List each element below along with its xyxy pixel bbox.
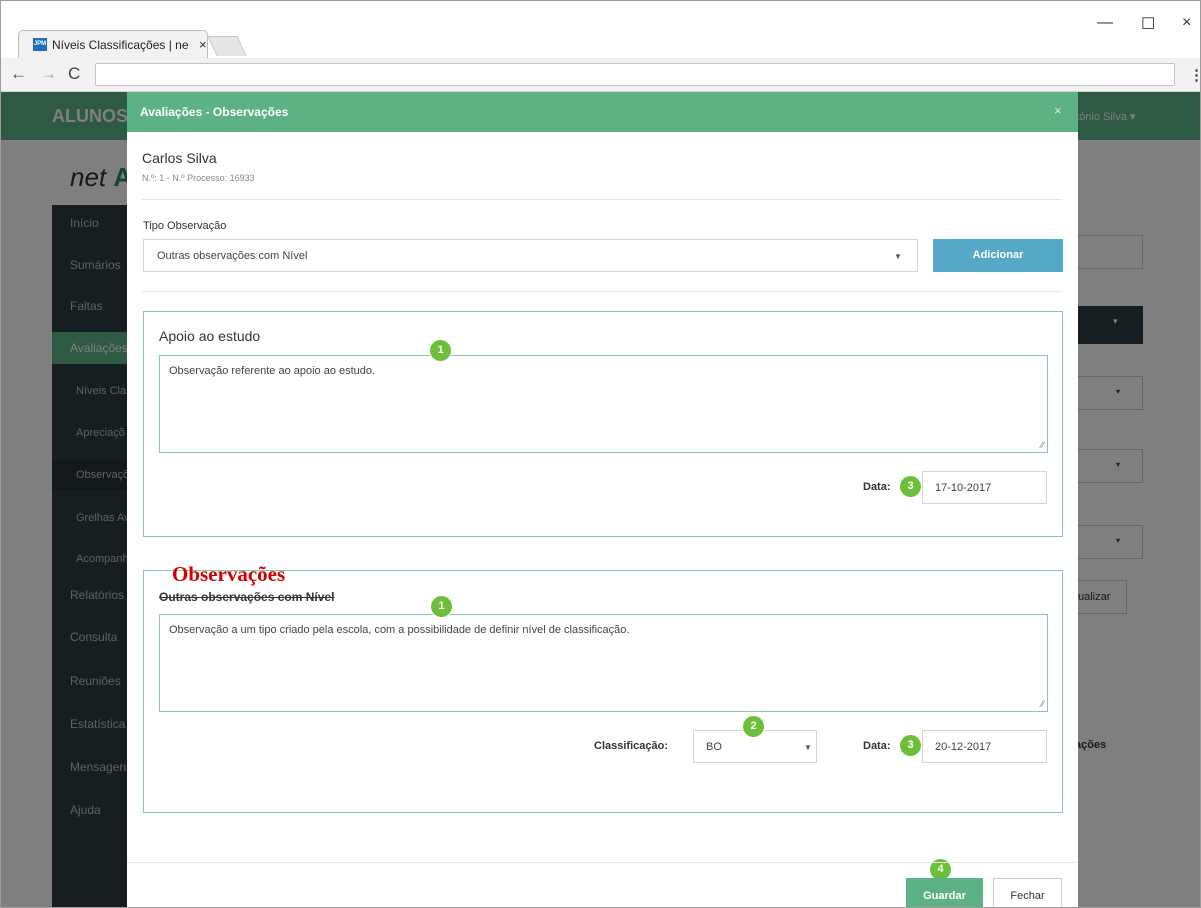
favicon-icon: JPM	[33, 38, 47, 51]
close-button[interactable]: Fechar	[993, 878, 1062, 908]
observation-panel-apoio: Apoio ao estudo Observação referente ao …	[143, 311, 1063, 537]
classificacao-label: Classificação:	[594, 740, 668, 752]
date-input[interactable]: 20-12-2017	[922, 730, 1047, 763]
address-bar[interactable]	[95, 63, 1175, 86]
browser-menu-icon[interactable]: ⋮	[1189, 66, 1201, 84]
window-close-icon[interactable]: ×	[1182, 14, 1191, 32]
modal-title: Avaliações - Observações	[140, 105, 289, 119]
maximize-icon[interactable]: ☐	[1141, 14, 1155, 34]
date-input[interactable]: 17-10-2017	[922, 471, 1047, 504]
modal-footer-divider	[127, 862, 1078, 863]
tab-title: Níveis Classificações | ne	[52, 38, 189, 52]
observation-textarea[interactable]: Observação referente ao apoio ao estudo.…	[159, 355, 1048, 453]
resize-grip-icon[interactable]: ⁄⁄	[1041, 699, 1044, 709]
browser-toolbar: ← → C ⋮	[0, 58, 1201, 92]
divider	[142, 199, 1062, 200]
modal-header: Avaliações - Observações ×	[127, 92, 1078, 132]
annotation-badge: 3	[900, 476, 921, 497]
tipo-observacao-value: Outras observações com Nível	[157, 250, 308, 262]
back-icon[interactable]: ←	[10, 65, 27, 83]
panel-title: Outras observações com Nível	[159, 590, 335, 604]
divider	[142, 291, 1062, 292]
classificacao-value: BO	[706, 741, 722, 753]
annotation-badge: 3	[900, 735, 921, 756]
tipo-observacao-label: Tipo Observação	[143, 220, 227, 232]
minimize-icon[interactable]: —	[1097, 14, 1113, 32]
observation-panel-nivel: Outras observações com Nível Observação …	[143, 570, 1063, 813]
tipo-observacao-select[interactable]: Outras observações com Nível ▼	[143, 239, 918, 272]
annotation-badge: 1	[431, 596, 452, 617]
date-value: 17-10-2017	[935, 482, 992, 494]
reload-icon[interactable]: C	[68, 65, 80, 83]
date-value: 20-12-2017	[935, 741, 992, 753]
browser-titlebar: JPM Níveis Classificações | ne × — ☐ ×	[0, 0, 1201, 58]
chevron-down-icon: ▼	[804, 743, 812, 752]
panel-title: Apoio ao estudo	[159, 328, 261, 344]
annotation-badge: 1	[430, 340, 451, 361]
forward-icon[interactable]: →	[40, 65, 57, 83]
save-button[interactable]: Guardar	[906, 878, 983, 908]
chevron-down-icon: ▼	[894, 252, 902, 261]
browser-tab[interactable]: JPM Níveis Classificações | ne ×	[18, 30, 208, 58]
annotation-heading: Observações	[172, 562, 286, 586]
observation-text: Observação referente ao apoio ao estudo.	[169, 365, 376, 377]
annotation-badge: 2	[743, 716, 764, 737]
new-tab-button[interactable]	[207, 36, 247, 56]
observation-text: Observação a um tipo criado pela escola,…	[169, 624, 630, 636]
student-name: Carlos Silva	[142, 150, 217, 166]
add-button[interactable]: Adicionar	[933, 239, 1063, 272]
student-meta: N.º: 1 - N.º Processo: 16933	[142, 173, 255, 183]
observacoes-modal: Avaliações - Observações × Carlos Silva …	[127, 92, 1078, 908]
date-label: Data:	[863, 740, 891, 752]
modal-close-icon[interactable]: ×	[1054, 103, 1062, 118]
observation-textarea[interactable]: Observação a um tipo criado pela escola,…	[159, 614, 1048, 712]
tab-close-icon[interactable]: ×	[199, 37, 207, 52]
date-label: Data:	[863, 481, 891, 493]
resize-grip-icon[interactable]: ⁄⁄	[1041, 440, 1044, 450]
